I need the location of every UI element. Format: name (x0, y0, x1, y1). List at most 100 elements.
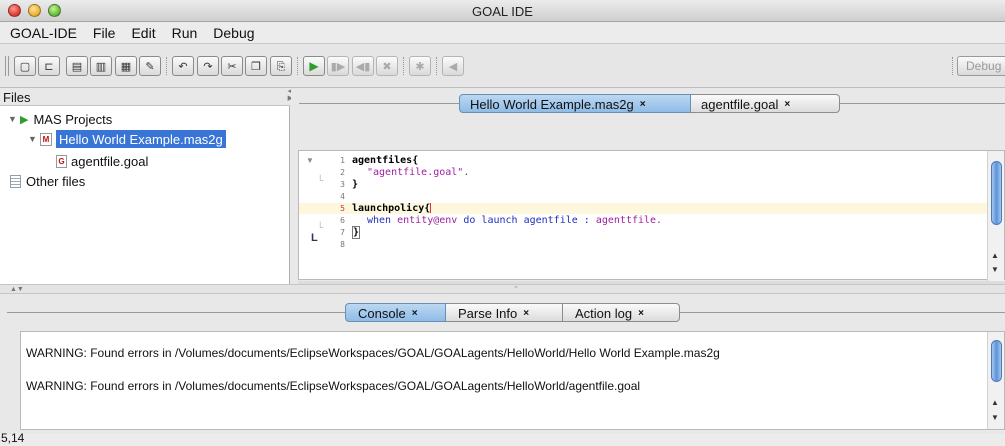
tab-console[interactable]: Console × (345, 303, 446, 322)
tab-label: agentfile.goal (701, 96, 779, 112)
menu-edit[interactable]: Edit (131, 25, 155, 41)
tab-goal-file[interactable]: agentfile.goal × (691, 94, 840, 113)
code-text: launchpolicy{ (352, 203, 432, 214)
line-number: 4 (340, 192, 345, 201)
splitter-arrows-icon[interactable]: ▲▼ (10, 286, 24, 293)
undo-icon: ↶ (178, 59, 188, 73)
close-tab-icon[interactable]: × (523, 308, 529, 319)
close-tab-icon[interactable]: × (638, 308, 644, 319)
edit-button[interactable]: ✎ (139, 56, 161, 76)
close-tab-icon[interactable]: × (784, 99, 790, 110)
editor-area: Hello World Example.mas2g × agentfile.go… (291, 88, 1005, 284)
close-tab-icon[interactable]: × (412, 308, 418, 319)
toolbar-separator (952, 57, 953, 75)
open-button[interactable]: ⊏ (38, 56, 60, 76)
edit-icon: ✎ (145, 59, 155, 73)
paste-button[interactable]: ⎘ (270, 56, 292, 76)
menu-run[interactable]: Run (172, 25, 198, 41)
menu-debug[interactable]: Debug (213, 25, 254, 41)
tab-label: Console (358, 305, 406, 321)
document-icon (10, 174, 21, 188)
menu-bar: GOAL-IDE File Edit Run Debug (0, 22, 1005, 44)
window-title: GOAL IDE (472, 4, 533, 19)
code-line: 4 (299, 191, 987, 202)
scroll-down-arrow-icon[interactable]: ▼ (991, 413, 999, 422)
save-as-button[interactable]: ▥ (90, 56, 112, 76)
horizontal-splitter[interactable]: ▲▼ ⌃ (0, 284, 1005, 294)
console-line: WARNING: Found errors in /Volumes/docume… (26, 346, 720, 360)
console-line: WARNING: Found errors in /Volumes/docume… (26, 379, 641, 393)
code-line: 8 (299, 239, 987, 250)
step-icon: ▮▶ (330, 59, 346, 73)
code-token: when (367, 215, 392, 226)
paste-icon: ⎘ (276, 59, 286, 73)
back-step-button[interactable]: ◀▮ (352, 56, 374, 76)
close-tab-icon[interactable]: × (640, 99, 646, 110)
code-text: agentfiles{ (352, 155, 419, 166)
tree-item-other-files[interactable]: Other files (10, 172, 85, 190)
expand-triangle-icon[interactable]: ▼ (28, 134, 40, 144)
toolbar-separator (436, 57, 437, 75)
step-button[interactable]: ▮▶ (327, 56, 349, 76)
code-token: launchpolicy{ (352, 203, 431, 214)
save-button[interactable]: ▤ (66, 56, 88, 76)
copy-icon: ❐ (251, 59, 261, 73)
line-number: 6 (340, 216, 345, 225)
files-panel-header: Files (0, 88, 290, 106)
menu-file[interactable]: File (93, 25, 116, 41)
menu-goal-ide[interactable]: GOAL-IDE (10, 25, 77, 41)
run-button[interactable]: ▶ (303, 56, 325, 76)
tab-parse-info[interactable]: Parse Info × (446, 303, 563, 322)
tree-item-label: Other files (26, 173, 86, 189)
kill-button[interactable]: ✖ (376, 56, 398, 76)
tree-item-label-selected: Hello World Example.mas2g (56, 130, 226, 148)
tree-item-mas-file[interactable]: ▼ M Hello World Example.mas2g (28, 130, 226, 148)
undo-button[interactable]: ↶ (172, 56, 194, 76)
toolbar-separator (297, 57, 298, 75)
files-panel: Files ◀▶ ▼ ▶ MAS Projects ▼ M Hello Worl… (0, 88, 293, 284)
files-panel-title: Files (3, 90, 31, 105)
code-text: } (352, 179, 359, 190)
title-bar: GOAL IDE (0, 0, 1005, 22)
run-project-icon: ▶ (20, 113, 29, 126)
toolbar-grip[interactable] (5, 56, 9, 76)
expand-triangle-icon[interactable]: ▼ (8, 114, 20, 124)
cut-icon: ✂ (227, 59, 237, 73)
debug-bug-button[interactable]: ✱ (409, 56, 431, 76)
copy-button[interactable]: ❐ (245, 56, 267, 76)
code-token: } (352, 226, 361, 239)
scroll-up-arrow-icon[interactable]: ▲ (991, 398, 999, 407)
redo-icon: ↷ (203, 59, 213, 73)
cut-button[interactable]: ✂ (221, 56, 243, 76)
scroll-down-arrow-icon[interactable]: ▼ (991, 265, 999, 274)
kill-icon: ✖ (382, 59, 392, 73)
mas-file-icon: M (40, 132, 52, 146)
toolbar-separator (403, 57, 404, 75)
splitter-grip-icon[interactable]: ⌃ (513, 285, 519, 293)
tab-action-log[interactable]: Action log × (563, 303, 680, 322)
new-file-button[interactable]: ▢ (14, 56, 36, 76)
status-bar: 5,14 (0, 431, 1005, 446)
tree-item-mas-projects[interactable]: ▼ ▶ MAS Projects (8, 110, 112, 128)
code-text: when entity@env do launch agentfile : ag… (367, 215, 662, 226)
tab-mas2g-file[interactable]: Hello World Example.mas2g × (459, 94, 691, 113)
console-output[interactable]: WARNING: Found errors in /Volumes/docume… (20, 331, 1005, 430)
code-editor[interactable]: ▼ └ ▼ └ L 1 agentfiles{ 2 "agentfile.goa… (298, 150, 1005, 281)
scroll-up-arrow-icon[interactable]: ▲ (991, 251, 999, 260)
toolbar-separator (166, 57, 167, 75)
save-all-button[interactable]: ▦ (115, 56, 137, 76)
code-text: } (352, 226, 361, 239)
console-area: Console × Parse Info × Action log × WARN… (0, 294, 1005, 434)
debug-perspective-button[interactable]: Debug (957, 56, 1005, 76)
debug-bug-icon: ✱ (415, 59, 425, 73)
tree-item-goal-file[interactable]: G agentfile.goal (56, 152, 148, 170)
line-number: 7 (340, 228, 345, 237)
rewind-button[interactable]: ◀ (442, 56, 464, 76)
line-number: 5 (340, 204, 345, 213)
scroll-thumb[interactable] (991, 161, 1002, 225)
line-number: 3 (340, 180, 345, 189)
scroll-thumb[interactable] (991, 340, 1002, 382)
editor-vertical-scrollbar[interactable]: ▲ ▼ (987, 151, 1004, 281)
console-vertical-scrollbar[interactable]: ▲ ▼ (987, 332, 1004, 429)
redo-button[interactable]: ↷ (197, 56, 219, 76)
